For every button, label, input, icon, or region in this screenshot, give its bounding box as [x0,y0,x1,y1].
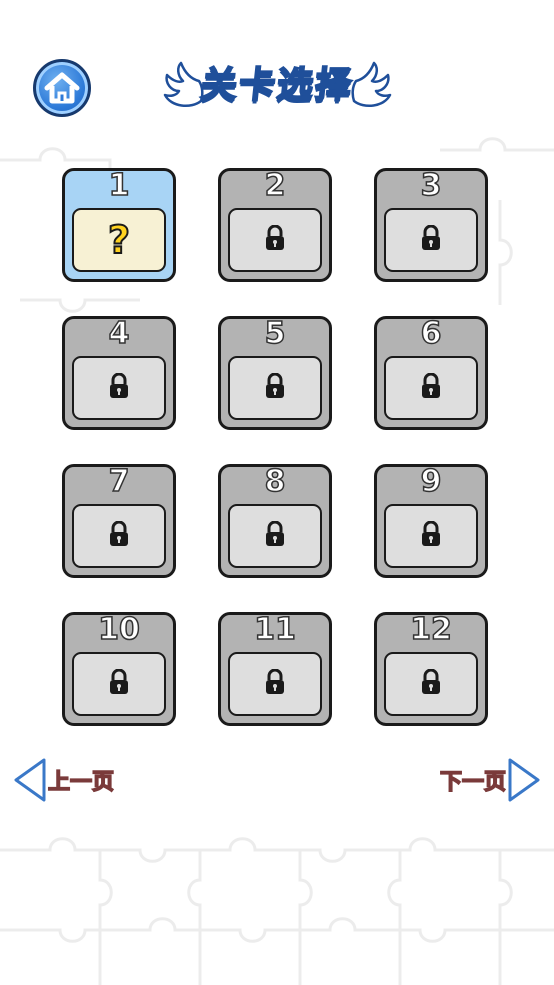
triangle-right-icon [508,758,540,802]
level-number: 5 [264,315,286,352]
level-number: 11 [253,611,296,648]
next-page-label: 下一页 [439,769,507,796]
page-title: 关卡选择 [198,64,356,107]
lock-icon [108,372,130,403]
level-grid: 1? 2 3 4 5 6 7 8 9 10 11 12 [62,167,488,728]
lock-icon [420,668,442,699]
lock-icon [264,520,286,551]
lock-icon [264,224,286,255]
lock-icon [264,372,286,403]
level-number: 4 [108,315,130,352]
lock-icon [420,224,442,255]
right-wing-icon [350,61,391,108]
level-card-11[interactable]: 11 [218,611,332,726]
home-button[interactable] [33,59,91,117]
level-card-2[interactable]: 2 [218,167,332,282]
level-panel [228,504,322,568]
level-number: 3 [420,167,442,204]
prev-page-label: 上一页 [47,769,115,796]
level-card-6[interactable]: 6 [374,315,488,430]
level-panel [384,208,478,272]
level-panel [384,652,478,716]
level-panel [228,652,322,716]
level-number: 6 [420,315,442,352]
lock-icon [264,668,286,699]
level-panel [72,356,166,420]
lock-icon [420,520,442,551]
level-card-8[interactable]: 8 [218,463,332,578]
level-card-5[interactable]: 5 [218,315,332,430]
level-card-7[interactable]: 7 [62,463,176,578]
level-number: 8 [264,463,286,500]
triangle-left-icon [14,758,46,802]
level-card-3[interactable]: 3 [374,167,488,282]
level-number: 7 [108,463,130,500]
level-number: 2 [264,167,286,204]
level-card-12[interactable]: 12 [374,611,488,726]
lock-icon [420,372,442,403]
level-card-10[interactable]: 10 [62,611,176,726]
level-panel [228,208,322,272]
level-panel [228,356,322,420]
question-mark-icon: ? [107,218,131,262]
page-title-banner: 关卡选择 [145,58,410,114]
level-card-9[interactable]: 9 [374,463,488,578]
lock-icon [108,520,130,551]
level-panel [72,504,166,568]
level-number: 10 [97,611,140,648]
home-icon [44,72,80,104]
level-card-4[interactable]: 4 [62,315,176,430]
level-card-1[interactable]: 1? [62,167,176,282]
level-panel: ? [72,208,166,272]
lock-icon [108,668,130,699]
prev-page-button[interactable]: 上一页 [12,755,115,805]
level-number: 12 [409,611,452,648]
level-panel [384,356,478,420]
level-number: 1 [108,167,130,204]
next-page-button[interactable]: 下一页 [439,755,542,805]
level-number: 9 [420,463,442,500]
level-panel [384,504,478,568]
level-panel [72,652,166,716]
